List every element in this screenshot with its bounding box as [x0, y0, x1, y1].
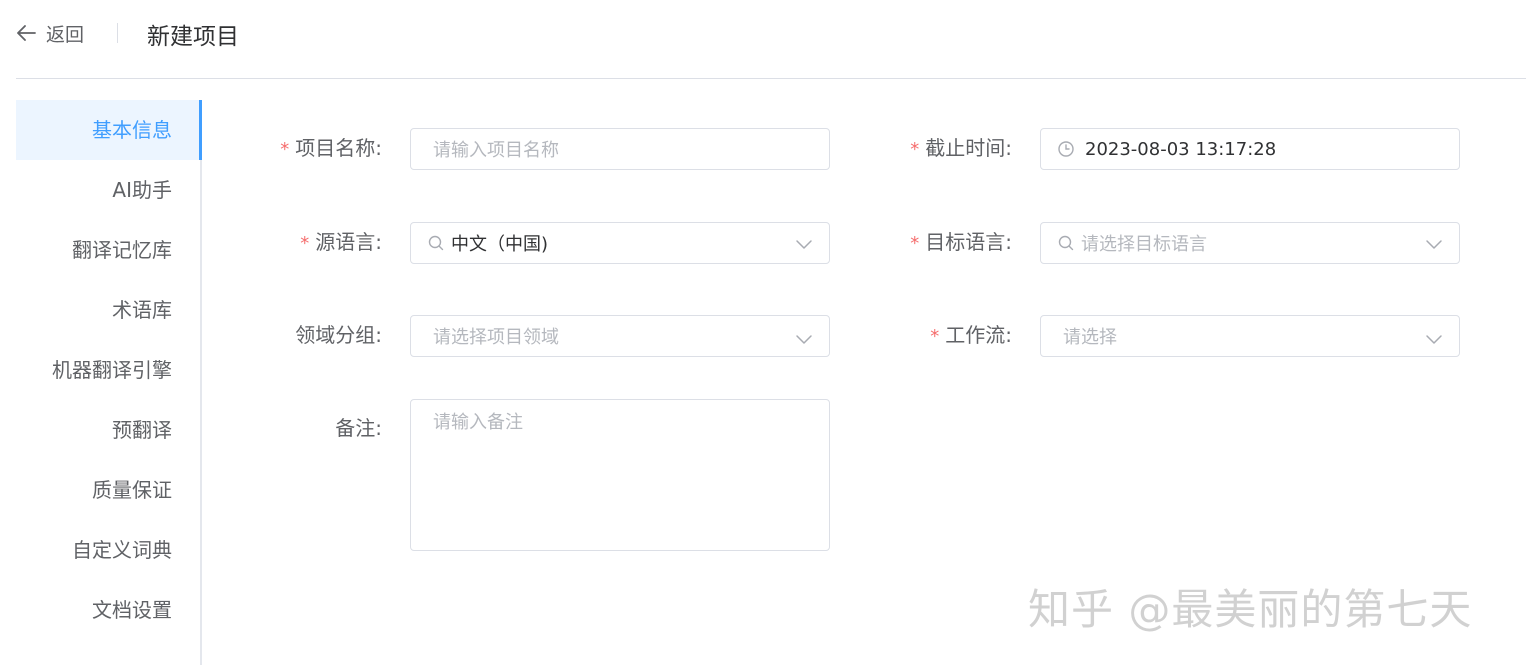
search-icon: [428, 235, 444, 251]
source-language-value: 中文（中国): [451, 234, 549, 255]
required-mark: *: [910, 233, 920, 254]
notes-label: 备注:: [335, 416, 382, 440]
sidebar-item-label: 自定义词典: [72, 538, 172, 562]
sidebar-item-mt-engine[interactable]: 机器翻译引擎: [16, 340, 202, 400]
page-title: 新建项目: [147, 24, 239, 50]
workflow-label: * 工作流:: [860, 314, 1012, 356]
clock-icon: [1058, 141, 1074, 157]
sidebar-item-label: 预翻译: [112, 418, 172, 442]
chevron-down-icon: [1426, 335, 1442, 344]
chevron-down-icon: [796, 240, 812, 249]
source-language-select[interactable]: 中文（中国): [410, 222, 830, 264]
notes-textarea[interactable]: 请输入备注: [410, 399, 830, 551]
target-language-select[interactable]: 请选择目标语言: [1040, 222, 1460, 264]
sidebar-item-translation-memory[interactable]: 翻译记忆库: [16, 220, 202, 280]
source-language-label-text: 源语言:: [315, 230, 382, 254]
sidebar-item-label: 文档设置: [92, 598, 172, 622]
header-divider-line: [16, 78, 1526, 79]
back-label: 返回: [46, 23, 85, 46]
search-icon: [1058, 235, 1074, 251]
deadline-datetime-picker[interactable]: 2023-08-03 13:17:28: [1040, 128, 1460, 170]
deadline-label-text: 截止时间:: [925, 136, 1012, 160]
project-name-label: * 项目名称:: [230, 127, 382, 169]
project-name-placeholder: 请输入项目名称: [433, 140, 559, 161]
arrow-left-icon: [16, 20, 38, 46]
sidebar-item-document-settings[interactable]: 文档设置: [16, 580, 202, 640]
sidebar-active-indicator: [199, 100, 202, 160]
sidebar-nav: 基本信息 AI助手 翻译记忆库 术语库 机器翻译引擎 预翻译 质量保证 自定义词…: [16, 100, 202, 665]
workflow-select[interactable]: 请选择: [1040, 315, 1460, 357]
target-language-placeholder: 请选择目标语言: [1081, 234, 1207, 255]
sidebar-item-basic-info[interactable]: 基本信息: [16, 100, 202, 160]
project-name-label-text: 项目名称:: [295, 136, 382, 160]
sidebar-item-label: 翻译记忆库: [72, 238, 172, 262]
sidebar-item-label: 术语库: [112, 298, 172, 322]
page-header: 返回 新建项目: [0, 0, 1526, 78]
sidebar-item-label: 质量保证: [92, 478, 172, 502]
sidebar-item-termbase[interactable]: 术语库: [16, 280, 202, 340]
chevron-down-icon: [1426, 240, 1442, 249]
required-mark: *: [300, 233, 310, 254]
sidebar-item-label: AI助手: [112, 178, 172, 202]
notes-placeholder: 请输入备注: [433, 412, 523, 433]
deadline-label: * 截止时间:: [860, 127, 1012, 169]
required-mark: *: [280, 139, 290, 160]
required-mark: *: [930, 326, 940, 347]
target-language-label-text: 目标语言:: [925, 230, 1012, 254]
watermark: 知乎 @最美丽的第七天: [1028, 585, 1473, 634]
domain-group-label: 领域分组:: [295, 323, 382, 347]
required-mark: *: [910, 139, 920, 160]
back-button[interactable]: 返回: [16, 20, 84, 46]
workflow-placeholder: 请选择: [1063, 327, 1117, 348]
target-language-label: * 目标语言:: [860, 221, 1012, 263]
sidebar-item-ai-assistant[interactable]: AI助手: [16, 160, 202, 220]
sidebar-item-pretranslate[interactable]: 预翻译: [16, 400, 202, 460]
sidebar-item-custom-dictionary[interactable]: 自定义词典: [16, 520, 202, 580]
chevron-down-icon: [796, 335, 812, 344]
domain-group-placeholder: 请选择项目领域: [433, 327, 559, 348]
header-divider: [117, 23, 118, 43]
sidebar-item-label: 机器翻译引擎: [52, 358, 172, 382]
workflow-label-text: 工作流:: [945, 323, 1012, 347]
source-language-label: * 源语言:: [230, 221, 382, 263]
deadline-value: 2023-08-03 13:17:28: [1085, 138, 1277, 160]
project-name-input[interactable]: 请输入项目名称: [410, 128, 830, 170]
sidebar-item-qa[interactable]: 质量保证: [16, 460, 202, 520]
domain-group-select[interactable]: 请选择项目领域: [410, 315, 830, 357]
sidebar-border: [200, 100, 202, 665]
sidebar-item-label: 基本信息: [92, 118, 172, 142]
